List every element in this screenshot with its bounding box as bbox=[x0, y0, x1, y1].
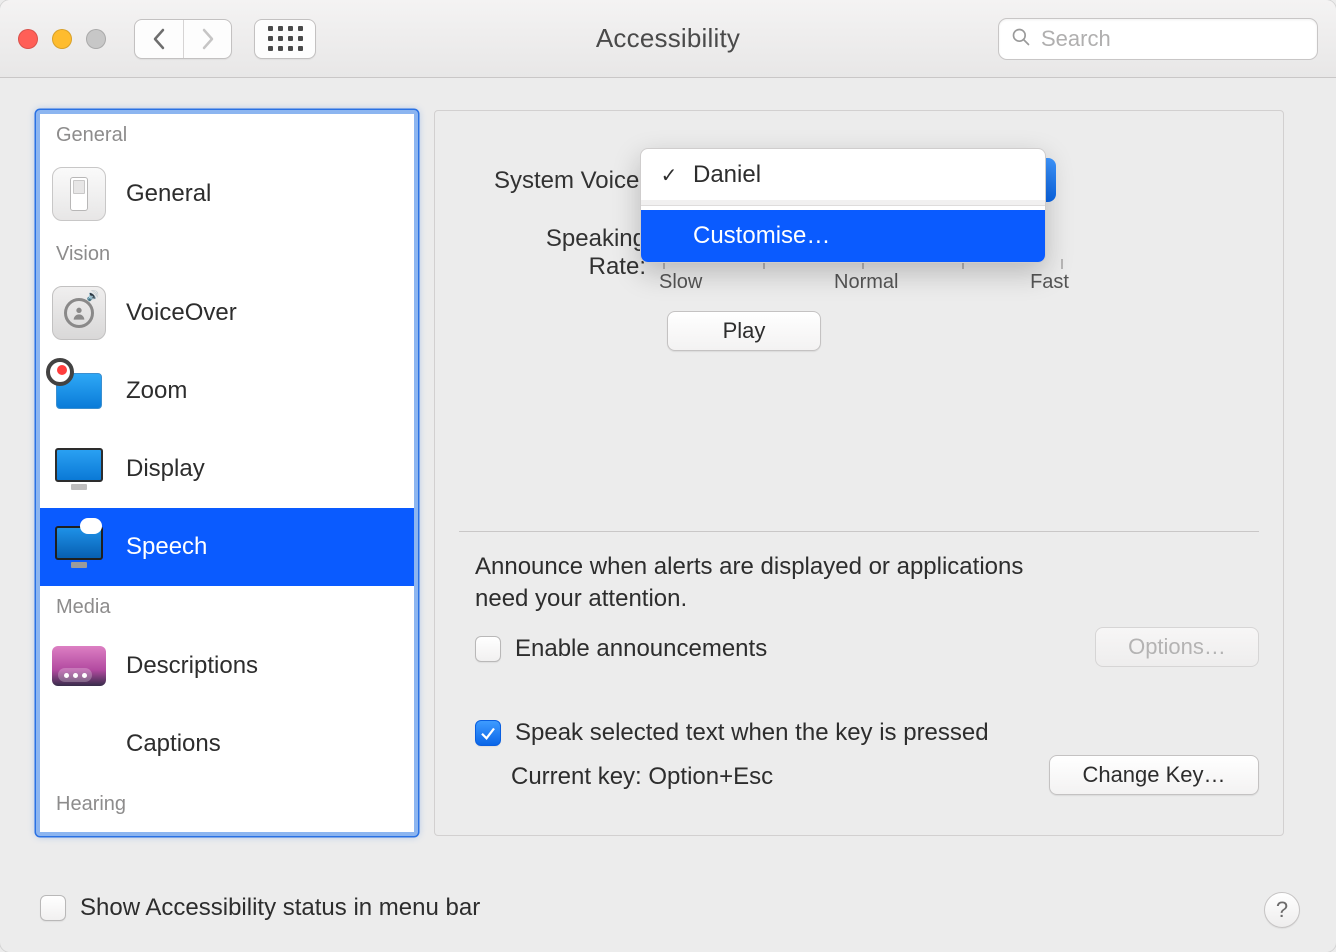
descriptions-icon bbox=[52, 639, 106, 693]
sidebar-item-label: Zoom bbox=[126, 377, 187, 405]
system-voice-label: System Voice: bbox=[485, 167, 650, 195]
forward-button bbox=[183, 20, 231, 58]
sidebar-item-zoom[interactable]: Zoom bbox=[40, 352, 414, 430]
system-voice-menu[interactable]: ✓ Daniel ✓ Customise… bbox=[640, 148, 1046, 263]
speaking-rate-label: Speaking Rate: bbox=[485, 225, 650, 281]
window: Accessibility General General Vision 🔊 V… bbox=[0, 0, 1336, 952]
display-icon bbox=[52, 442, 106, 496]
menu-separator bbox=[641, 205, 1045, 206]
sidebar-item-speech[interactable]: Speech bbox=[40, 508, 414, 586]
show-status-row[interactable]: Show Accessibility status in menu bar bbox=[40, 894, 480, 922]
nav-buttons bbox=[134, 19, 232, 59]
general-icon bbox=[52, 167, 106, 221]
show-all-button[interactable] bbox=[254, 19, 316, 59]
maximize-button bbox=[86, 29, 106, 49]
voice-menu-item-label: Customise… bbox=[693, 222, 830, 250]
voice-menu-item-label: Daniel bbox=[693, 161, 761, 189]
change-key-button[interactable]: Change Key… bbox=[1049, 755, 1259, 795]
rate-slow-label: Slow bbox=[659, 271, 702, 294]
close-button[interactable] bbox=[18, 29, 38, 49]
sidebar-item-label: General bbox=[126, 180, 211, 208]
rate-normal-label: Normal bbox=[834, 271, 898, 294]
checkmark-icon: ✓ bbox=[659, 163, 679, 188]
search-input[interactable] bbox=[1041, 26, 1329, 52]
sidebar-item-label: Speech bbox=[126, 533, 207, 561]
options-button: Options… bbox=[1095, 627, 1259, 667]
sidebar-item-label: Descriptions bbox=[126, 652, 258, 680]
help-button[interactable]: ? bbox=[1264, 892, 1300, 928]
voice-menu-item-customise[interactable]: ✓ Customise… bbox=[641, 210, 1045, 262]
play-button[interactable]: Play bbox=[667, 311, 821, 351]
captions-icon bbox=[52, 717, 106, 771]
sidebar-item-voiceover[interactable]: 🔊 VoiceOver bbox=[40, 274, 414, 352]
sidebar-item-descriptions[interactable]: Descriptions bbox=[40, 627, 414, 705]
voice-menu-item-daniel[interactable]: ✓ Daniel bbox=[641, 149, 1045, 201]
rate-fast-label: Fast bbox=[1030, 271, 1069, 294]
enable-announcements-checkbox[interactable] bbox=[475, 636, 501, 662]
sidebar[interactable]: General General Vision 🔊 VoiceOver Zoom … bbox=[36, 110, 418, 836]
divider bbox=[459, 531, 1259, 532]
minimize-button[interactable] bbox=[52, 29, 72, 49]
speech-icon bbox=[52, 520, 106, 574]
show-status-checkbox[interactable] bbox=[40, 895, 66, 921]
window-controls bbox=[18, 29, 106, 49]
sidebar-item-display[interactable]: Display bbox=[40, 430, 414, 508]
search-icon bbox=[1011, 27, 1031, 50]
voiceover-icon: 🔊 bbox=[52, 286, 106, 340]
sidebar-section-general: General bbox=[40, 114, 414, 155]
speak-selected-label: Speak selected text when the key is pres… bbox=[515, 719, 989, 747]
sidebar-item-label: Display bbox=[126, 455, 205, 483]
current-key-label: Current key: Option+Esc bbox=[511, 763, 773, 791]
sidebar-item-label: Captions bbox=[126, 730, 221, 758]
speak-selected-row[interactable]: Speak selected text when the key is pres… bbox=[475, 719, 989, 747]
show-status-label: Show Accessibility status in menu bar bbox=[80, 894, 480, 922]
enable-announcements-label: Enable announcements bbox=[515, 635, 767, 663]
back-button[interactable] bbox=[135, 20, 183, 58]
sidebar-section-media: Media bbox=[40, 586, 414, 627]
sidebar-item-captions[interactable]: Captions bbox=[40, 705, 414, 783]
sidebar-item-general[interactable]: General bbox=[40, 155, 414, 233]
grid-icon bbox=[268, 26, 303, 51]
sidebar-section-vision: Vision bbox=[40, 233, 414, 274]
speak-selected-checkbox[interactable] bbox=[475, 720, 501, 746]
enable-announcements-row[interactable]: Enable announcements bbox=[475, 635, 767, 663]
search-field[interactable] bbox=[998, 18, 1318, 60]
titlebar: Accessibility bbox=[0, 0, 1336, 78]
sidebar-item-label: VoiceOver bbox=[126, 299, 237, 327]
announce-description: Announce when alerts are displayed or ap… bbox=[475, 551, 1083, 616]
zoom-icon bbox=[52, 364, 106, 418]
rate-slider-labels: Slow Normal Fast bbox=[659, 271, 1069, 294]
sidebar-section-hearing: Hearing bbox=[40, 783, 414, 824]
